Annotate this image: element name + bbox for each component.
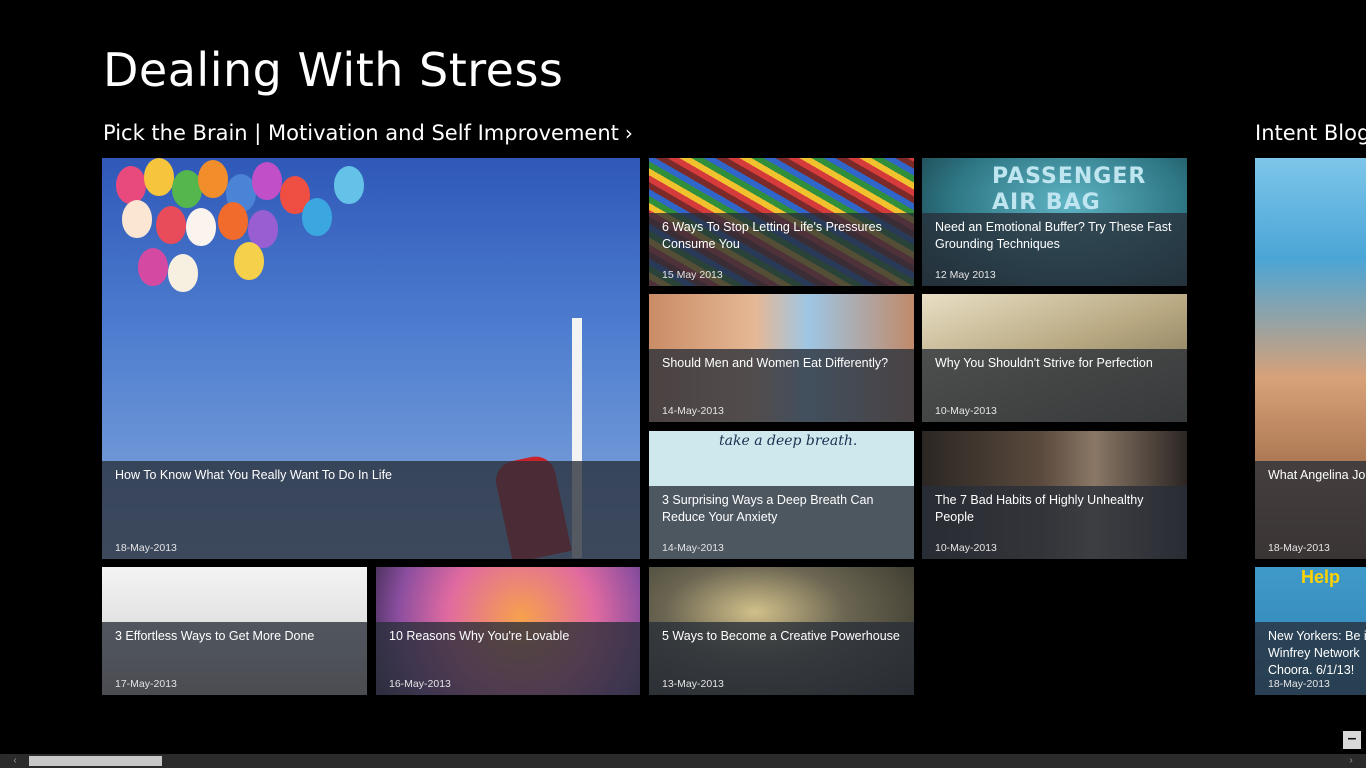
airbag-label-art: PASSENGER AIR BAG [992,164,1147,215]
tile-article[interactable]: take a deep breath. 3 Surprising Ways a … [649,431,914,559]
group-header-label: Intent Blog [1255,121,1366,145]
tile-title: The 7 Bad Habits of Highly Unhealthy Peo… [935,493,1144,524]
tile-caption: 3 Effortless Ways to Get More Done 17-Ma… [102,622,367,695]
tile-date: 13-May-2013 [662,678,724,690]
tile-date: 15 May 2013 [662,269,723,281]
tile-caption: How To Know What You Really Want To Do I… [102,461,640,559]
tile-article[interactable]: The 7 Bad Habits of Highly Unhealthy Peo… [922,431,1187,559]
tile-title: 5 Ways to Become a Creative Powerhouse [662,629,900,643]
tile-caption: 6 Ways To Stop Letting Life's Pressures … [649,213,914,286]
group-header-pick-the-brain[interactable]: Pick the Brain | Motivation and Self Imp… [103,118,633,148]
tile-title: 3 Surprising Ways a Deep Breath Can Redu… [662,493,874,524]
group-header-intent-blog[interactable]: Intent Blog [1255,118,1366,148]
tile-title: Should Men and Women Eat Differently? [662,356,889,370]
tile-article[interactable]: 10 Reasons Why You're Lovable 16-May-201… [376,567,640,695]
scroll-right-icon[interactable]: › [1344,754,1358,768]
tile-title: What Angelina Jo [1268,468,1366,482]
chevron-right-icon: › [624,121,633,145]
tile-caption: What Angelina Jo 18-May-2013 [1255,461,1366,559]
tile-date: 18-May-2013 [1268,542,1330,554]
tile-caption: Need an Emotional Buffer? Try These Fast… [922,213,1187,286]
tile-date: 12 May 2013 [935,269,996,281]
group-header-label: Pick the Brain | Motivation and Self Imp… [103,121,619,145]
horizontal-scrollbar[interactable]: ‹ › [0,754,1366,768]
tile-date: 16-May-2013 [389,678,451,690]
tile-date: 14-May-2013 [662,542,724,554]
tile-article[interactable]: What Angelina Jo 18-May-2013 [1255,158,1366,559]
tile-title: 6 Ways To Stop Letting Life's Pressures … [662,220,882,251]
scrollbar-thumb[interactable] [29,756,162,766]
tile-caption: Should Men and Women Eat Differently? 14… [649,349,914,422]
scroll-left-icon[interactable]: ‹ [8,754,22,768]
tile-caption: The 7 Bad Habits of Highly Unhealthy Peo… [922,486,1187,559]
tile-title: Need an Emotional Buffer? Try These Fast… [935,220,1172,251]
tile-article[interactable]: How To Know What You Really Want To Do I… [102,158,640,559]
tile-article[interactable]: Should Men and Women Eat Differently? 14… [649,294,914,422]
tile-title: 3 Effortless Ways to Get More Done [115,629,315,643]
tile-caption: Why You Shouldn't Strive for Perfection … [922,349,1187,422]
page-title: Dealing With Stress [103,43,564,97]
tile-date: 10-May-2013 [935,542,997,554]
tile-caption: 5 Ways to Become a Creative Powerhouse 1… [649,622,914,695]
tile-title: New Yorkers: Be i Winfrey Network Choora… [1268,629,1366,677]
tile-title: Why You Shouldn't Strive for Perfection [935,356,1153,370]
tile-date: 17-May-2013 [115,678,177,690]
tile-title: 10 Reasons Why You're Lovable [389,629,570,643]
tile-date: 18-May-2013 [1268,678,1330,690]
tile-caption: New Yorkers: Be i Winfrey Network Choora… [1255,622,1366,695]
tile-date: 10-May-2013 [935,405,997,417]
tile-title: How To Know What You Really Want To Do I… [115,468,393,482]
tile-article[interactable]: 3 Effortless Ways to Get More Done 17-Ma… [102,567,367,695]
help-text-art: Help [1301,567,1341,587]
tile-caption: 3 Surprising Ways a Deep Breath Can Redu… [649,486,914,559]
tile-article[interactable]: Help New Yorkers: Be i Winfrey Network C… [1255,567,1366,695]
tile-caption: 10 Reasons Why You're Lovable 16-May-201… [376,622,640,695]
tile-article[interactable]: Why You Shouldn't Strive for Perfection … [922,294,1187,422]
tile-date: 18-May-2013 [115,542,177,554]
app-root: Dealing With Stress Pick the Brain | Mot… [0,0,1366,768]
tile-date: 14-May-2013 [662,405,724,417]
tile-article[interactable]: 5 Ways to Become a Creative Powerhouse 1… [649,567,914,695]
zoom-out-button[interactable]: – [1343,731,1361,749]
tile-article[interactable]: PASSENGER AIR BAG Need an Emotional Buff… [922,158,1187,286]
breath-text-art: take a deep breath. [719,433,858,449]
tile-article[interactable]: 6 Ways To Stop Letting Life's Pressures … [649,158,914,286]
